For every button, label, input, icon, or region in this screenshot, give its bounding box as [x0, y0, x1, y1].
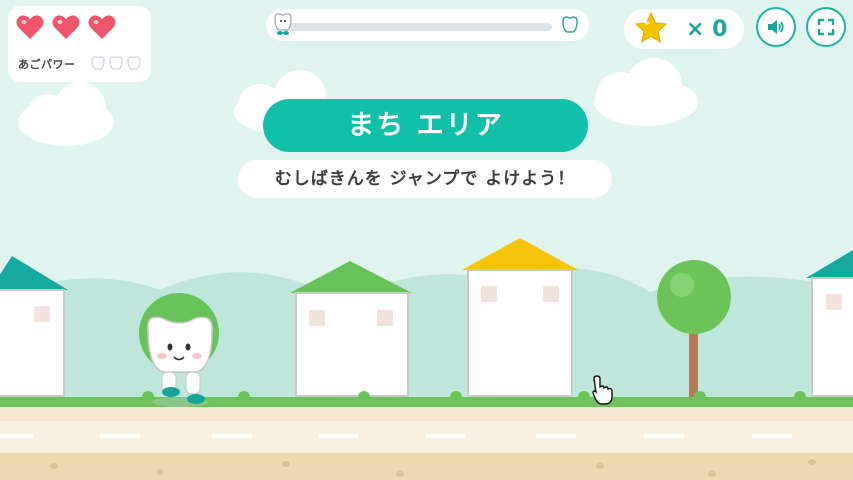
stage-title: まち エリア	[263, 99, 588, 152]
road-edge	[0, 407, 853, 421]
star-count: × 0	[686, 17, 728, 42]
star-counter: × 0	[624, 9, 744, 49]
tooth-character-icon	[274, 13, 292, 35]
tooth-outline-icon	[91, 56, 105, 70]
speaker-icon	[768, 20, 784, 34]
stage-progress	[266, 9, 589, 41]
house-3	[462, 238, 578, 397]
star-icon	[634, 11, 668, 44]
tooth-outline-icon	[109, 56, 123, 70]
lives-hearts	[16, 14, 116, 40]
tooth-outline-icon	[562, 16, 578, 33]
stage-hint: むしばきんを ジャンプで よけよう！	[238, 160, 612, 198]
lives-panel: あごパワー	[8, 6, 151, 82]
progress-track	[282, 23, 552, 31]
fullscreen-button[interactable]	[806, 7, 846, 47]
fullscreen-icon	[817, 18, 835, 36]
jaw-power-label: あごパワー	[18, 58, 76, 71]
sound-button[interactable]	[756, 7, 796, 47]
dirt	[0, 453, 853, 480]
heart-icon	[16, 15, 44, 39]
tooth-outline-icon	[127, 56, 141, 70]
heart-icon	[52, 15, 80, 39]
jaw-power-slots	[90, 56, 142, 70]
heart-icon	[88, 15, 116, 39]
